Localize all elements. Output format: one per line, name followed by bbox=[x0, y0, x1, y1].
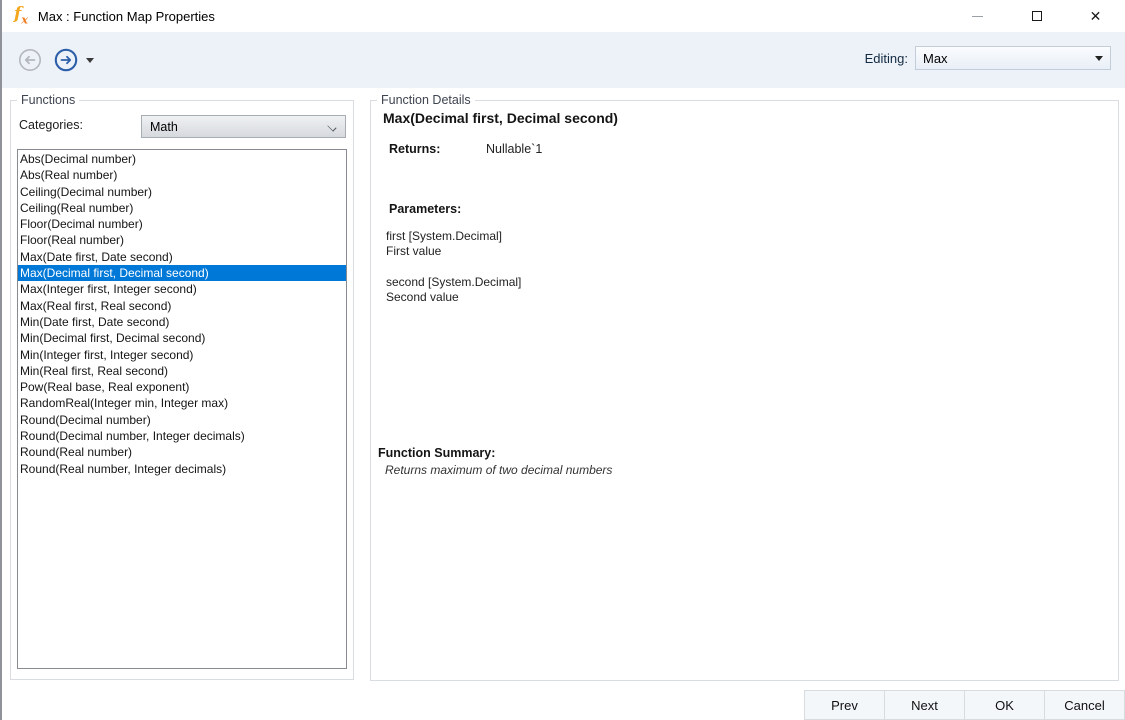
function-details-panel: Function Details Max(Decimal first, Deci… bbox=[370, 100, 1119, 681]
function-list[interactable]: Abs(Decimal number)Abs(Real number)Ceili… bbox=[17, 149, 347, 669]
list-item[interactable]: Round(Real number, Integer decimals) bbox=[18, 461, 346, 477]
function-signature: Max(Decimal first, Decimal second) bbox=[383, 110, 618, 126]
categories-dropdown[interactable]: Math bbox=[141, 115, 346, 138]
categories-value: Math bbox=[150, 120, 178, 134]
parameter-description: First value bbox=[386, 244, 521, 259]
parameter-name: second [System.Decimal] bbox=[386, 275, 521, 290]
prev-button[interactable]: Prev bbox=[804, 690, 885, 720]
maximize-icon bbox=[1032, 11, 1042, 21]
list-item[interactable]: Pow(Real base, Real exponent) bbox=[18, 379, 346, 395]
list-item[interactable]: Min(Integer first, Integer second) bbox=[18, 347, 346, 363]
functions-panel: Functions Categories: Math Abs(Decimal n… bbox=[10, 100, 354, 680]
details-panel-title: Function Details bbox=[377, 93, 475, 107]
editing-value: Max bbox=[923, 51, 948, 66]
list-item[interactable]: Floor(Decimal number) bbox=[18, 216, 346, 232]
close-icon: ✕ bbox=[1090, 9, 1102, 23]
list-item[interactable]: Min(Real first, Real second) bbox=[18, 363, 346, 379]
returns-value: Nullable`1 bbox=[486, 142, 542, 156]
list-item[interactable]: Max(Date first, Date second) bbox=[18, 249, 346, 265]
returns-label: Returns: bbox=[389, 142, 486, 156]
fx-icon: fx bbox=[14, 6, 28, 25]
list-item[interactable]: Min(Date first, Date second) bbox=[18, 314, 346, 330]
list-item[interactable]: Max(Decimal first, Decimal second) bbox=[18, 265, 346, 281]
parameter-description: Second value bbox=[386, 290, 521, 305]
next-button[interactable]: Next bbox=[884, 690, 965, 720]
chevron-down-icon bbox=[1095, 56, 1103, 61]
minimize-icon bbox=[972, 16, 983, 17]
window-title: Max : Function Map Properties bbox=[38, 9, 215, 24]
list-item[interactable]: Round(Decimal number) bbox=[18, 412, 346, 428]
list-item[interactable]: Ceiling(Real number) bbox=[18, 200, 346, 216]
maximize-button[interactable] bbox=[1007, 0, 1066, 32]
list-item[interactable]: Round(Decimal number, Integer decimals) bbox=[18, 428, 346, 444]
function-summary-text: Returns maximum of two decimal numbers bbox=[385, 463, 612, 477]
ok-button[interactable]: OK bbox=[964, 690, 1045, 720]
list-item[interactable]: Floor(Real number) bbox=[18, 232, 346, 248]
parameter-entry: second [System.Decimal]Second value bbox=[386, 275, 521, 304]
list-item[interactable]: Round(Real number) bbox=[18, 444, 346, 460]
functions-panel-title: Functions bbox=[17, 93, 79, 107]
toolbar: Editing: Max bbox=[2, 32, 1125, 88]
parameters-label: Parameters: bbox=[389, 202, 461, 216]
forward-dropdown-caret-icon[interactable] bbox=[86, 58, 94, 63]
function-summary-label: Function Summary: bbox=[378, 446, 495, 460]
returns-row: Returns: Nullable`1 bbox=[389, 142, 542, 156]
list-item[interactable]: Abs(Decimal number) bbox=[18, 151, 346, 167]
footer-button-bar: PrevNextOKCancel bbox=[805, 690, 1125, 720]
forward-button[interactable] bbox=[54, 48, 78, 72]
close-button[interactable]: ✕ bbox=[1066, 0, 1125, 32]
editing-label: Editing: bbox=[865, 51, 908, 66]
parameter-entry: first [System.Decimal]First value bbox=[386, 229, 521, 258]
list-item[interactable]: RandomReal(Integer min, Integer max) bbox=[18, 395, 346, 411]
window-controls: ✕ bbox=[948, 0, 1125, 32]
list-item[interactable]: Min(Decimal first, Decimal second) bbox=[18, 330, 346, 346]
cancel-button[interactable]: Cancel bbox=[1044, 690, 1125, 720]
list-item[interactable]: Abs(Real number) bbox=[18, 167, 346, 183]
editing-dropdown[interactable]: Max bbox=[915, 46, 1111, 70]
editing-group: Editing: Max bbox=[865, 46, 1111, 70]
back-button[interactable] bbox=[18, 48, 42, 72]
parameters-list: first [System.Decimal]First value second … bbox=[386, 229, 521, 321]
list-item[interactable]: Max(Integer first, Integer second) bbox=[18, 281, 346, 297]
chevron-down-icon bbox=[328, 122, 337, 131]
back-circle-arrow-icon bbox=[18, 48, 42, 72]
function-map-properties-window: fx Max : Function Map Properties ✕ Editi… bbox=[0, 0, 1125, 720]
title-bar: fx Max : Function Map Properties ✕ bbox=[2, 0, 1125, 32]
minimize-button[interactable] bbox=[948, 0, 1007, 32]
forward-circle-arrow-icon bbox=[54, 48, 78, 72]
list-item[interactable]: Ceiling(Decimal number) bbox=[18, 184, 346, 200]
categories-label: Categories: bbox=[19, 118, 83, 132]
list-item[interactable]: Max(Real first, Real second) bbox=[18, 298, 346, 314]
parameter-name: first [System.Decimal] bbox=[386, 229, 521, 244]
